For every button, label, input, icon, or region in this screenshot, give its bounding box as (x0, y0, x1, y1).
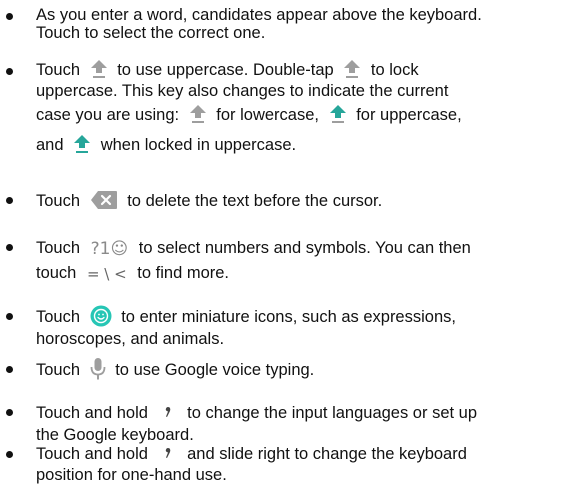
shift-uppercase-icon (329, 104, 347, 124)
microphone-icon (90, 357, 106, 381)
bullet (6, 68, 13, 75)
more-symbols-key-icon: = \ < (86, 264, 127, 283)
delete-icon (90, 190, 118, 210)
text-line: Touch and hold and slide right to change… (36, 442, 574, 466)
shift-locked-icon (73, 134, 91, 154)
text-span: to lock (370, 61, 419, 79)
bullet (6, 313, 13, 320)
text-span: to use Google voice typing. (115, 361, 315, 379)
text-line: Touch to enter miniature icons, such as … (36, 304, 574, 330)
text-span: and (36, 136, 64, 154)
text-span: to select numbers and symbols. You can t… (138, 239, 471, 257)
bullet (6, 409, 13, 416)
text-line: case you are using: for lowercase, for u… (36, 100, 574, 130)
text-span: to find more. (137, 264, 230, 282)
text-span: Touch and hold (36, 404, 148, 422)
text-span: Touch and hold (36, 445, 148, 463)
text-span: when locked in uppercase. (100, 136, 297, 154)
list-item-text: Touch to delete the text before the curs… (36, 186, 574, 216)
text-span: Touch (36, 239, 81, 257)
text-line: Touch ?1☺ to select numbers and symbols.… (36, 234, 574, 262)
text-span: case you are using: (36, 106, 180, 124)
text-line: position for one-hand use. (36, 466, 227, 484)
text-line: uppercase. This key also changes to indi… (36, 82, 449, 100)
list-item-text: Touch to use uppercase. Double-tap to lo… (36, 58, 574, 160)
list-item-text: As you enter a word, candidates appear a… (36, 6, 574, 42)
keyboard-tips-document: As you enter a word, candidates appear a… (0, 0, 580, 484)
list-item-text: Touch to use Google voice typing. (36, 356, 574, 384)
shift-lowercase-icon (189, 104, 207, 124)
text-span: and slide right to change the keyboard (187, 445, 467, 463)
text-span: for uppercase, (356, 106, 462, 124)
text-span: touch (36, 264, 77, 282)
list-item-text: Touch ?1☺ to select numbers and symbols.… (36, 234, 574, 284)
text-line: horoscopes, and animals. (36, 330, 225, 348)
text-line: and when locked in uppercase. (36, 130, 574, 160)
text-span: for lowercase, (216, 106, 319, 124)
comma-key-icon (163, 404, 173, 420)
text-span: Touch (36, 308, 81, 326)
text-line: Touch to select the correct one. (36, 24, 266, 42)
list-item-text: Touch and hold and slide right to change… (36, 442, 574, 484)
text-line: Touch to use Google voice typing. (36, 356, 574, 384)
text-line: Touch to use uppercase. Double-tap to lo… (36, 58, 574, 82)
bullet (6, 197, 13, 204)
bullet (6, 451, 13, 458)
text-span: Touch (36, 361, 81, 379)
shift-lowercase-icon (90, 59, 108, 79)
bullet (6, 244, 13, 251)
text-span: Touch (36, 192, 81, 210)
list-item-text: Touch and hold to change the input langu… (36, 400, 574, 444)
text-span: to enter miniature icons, such as expres… (121, 308, 456, 326)
emoji-icon (90, 305, 112, 327)
bullet (6, 13, 13, 20)
symbols-key-icon: ?1☺ (90, 238, 129, 259)
list-item-text: Touch to enter miniature icons, such as … (36, 304, 574, 348)
shift-lowercase-icon (343, 59, 361, 79)
text-span: to use uppercase. Double-tap (117, 61, 334, 79)
text-line: touch = \ < to find more. (36, 262, 574, 284)
text-line: Touch to delete the text before the curs… (36, 186, 574, 216)
text-line: Touch and hold to change the input langu… (36, 400, 574, 426)
bullet (6, 366, 13, 373)
text-span: to delete the text before the cursor. (127, 192, 383, 210)
text-span: Touch (36, 61, 81, 79)
text-span: to change the input languages or set up (187, 404, 478, 422)
text-line: As you enter a word, candidates appear a… (36, 6, 482, 24)
comma-key-icon (163, 445, 173, 461)
